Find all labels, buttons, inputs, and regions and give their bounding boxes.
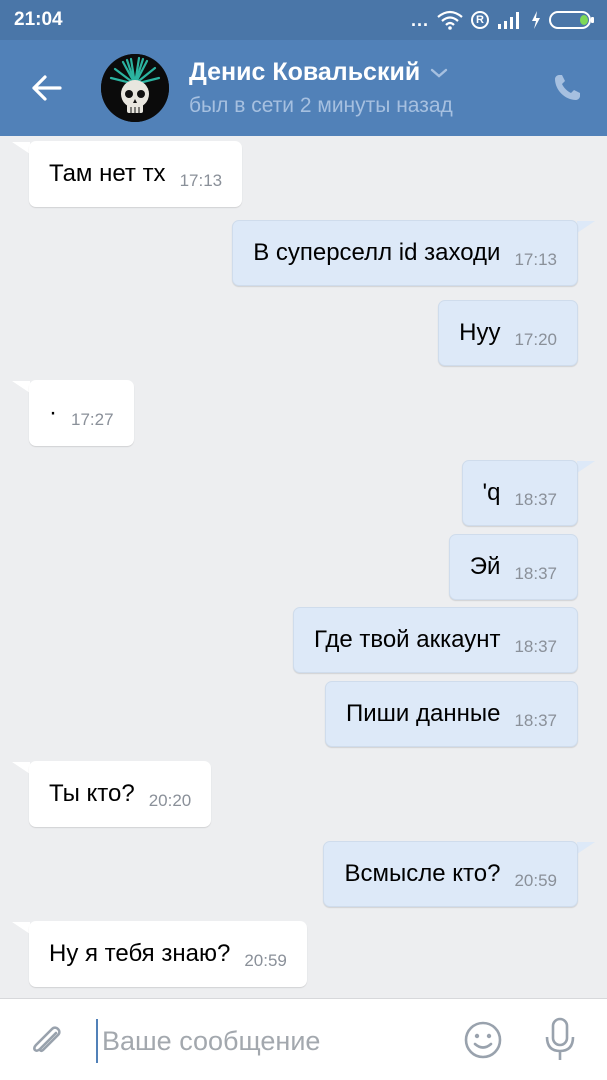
message-time: 18:37 <box>514 490 557 509</box>
message-text: В суперселл id заходи <box>253 239 501 266</box>
skull-avatar-icon <box>101 54 169 122</box>
message-incoming[interactable]: Ну я тебя знаю? 20:59 <box>29 921 307 987</box>
signal-icon <box>498 12 519 29</box>
message-text: Нуу <box>459 319 501 346</box>
bubble-tail <box>12 762 30 774</box>
message-outgoing[interactable]: Всмысле кто? 20:59 <box>323 841 578 907</box>
message-incoming[interactable]: · 17:27 <box>29 380 134 446</box>
back-button[interactable] <box>26 68 66 108</box>
arrow-left-icon <box>32 75 62 101</box>
message-time: 18:37 <box>514 637 557 656</box>
message-time: 20:59 <box>514 871 557 890</box>
smiley-icon <box>464 1021 502 1059</box>
message-outgoing[interactable]: В суперселл id заходи 17:13 <box>232 220 578 286</box>
message-time: 18:37 <box>514 564 557 583</box>
bubble-tail <box>12 381 30 393</box>
status-bar: 21:04 ... R <box>0 0 607 40</box>
battery-icon <box>549 11 594 29</box>
message-input-bar <box>0 998 607 1080</box>
message-time: 17:13 <box>179 171 223 190</box>
bubble-tail <box>577 221 595 233</box>
message-outgoing[interactable]: Эй 18:37 <box>448 534 578 600</box>
message-outgoing[interactable]: Где твой аккаунт 18:37 <box>292 607 578 673</box>
message-time: 17:20 <box>514 330 557 349</box>
avatar[interactable] <box>101 54 169 122</box>
message-list[interactable]: Там нет тх 17:13 В суперселл id заходи 1… <box>0 136 607 998</box>
chat-header: Денис Ковальский был в сети 2 минуты наз… <box>0 40 607 136</box>
message-time: 17:27 <box>71 410 114 429</box>
message-outgoing[interactable]: 'q 18:37 <box>461 460 578 526</box>
message-text: 'q <box>482 479 501 506</box>
bubble-tail <box>577 842 595 854</box>
more-dots-icon: ... <box>410 10 429 30</box>
message-input[interactable] <box>96 1019 436 1063</box>
message-outgoing[interactable]: Пиши данные 18:37 <box>325 681 578 747</box>
chevron-down-icon <box>431 68 448 78</box>
contact-name: Денис Ковальский <box>189 58 421 86</box>
message-text: Пиши данные <box>346 700 501 727</box>
status-icons: ... R <box>411 9 595 31</box>
message-outgoing[interactable]: Нуу 17:20 <box>438 300 578 366</box>
status-time: 21:04 <box>14 9 63 30</box>
message-text: Ну я тебя знаю? <box>49 940 231 967</box>
message-incoming[interactable]: Там нет тх 17:13 <box>29 141 243 207</box>
phone-icon <box>555 75 580 100</box>
message-text: Всмысле кто? <box>344 860 501 887</box>
contact-status: был в сети 2 минуты назад <box>189 94 453 117</box>
message-time: 20:20 <box>148 791 192 810</box>
bubble-tail <box>12 922 30 934</box>
paperclip-icon <box>33 1026 61 1053</box>
voice-message-button[interactable] <box>540 1015 580 1065</box>
message-text: Эй <box>469 553 501 580</box>
contact-name-button[interactable]: Денис Ковальский <box>189 58 448 87</box>
message-time: 20:59 <box>244 951 287 970</box>
microphone-icon <box>545 1017 575 1060</box>
attach-button[interactable] <box>26 1019 66 1063</box>
message-text: Ты кто? <box>49 780 135 807</box>
bubble-tail <box>12 142 30 154</box>
call-button[interactable] <box>549 70 585 106</box>
emoji-button[interactable] <box>462 1019 504 1061</box>
message-text: Где твой аккаунт <box>313 626 501 653</box>
message-time: 18:37 <box>514 711 557 730</box>
charging-icon <box>532 11 540 29</box>
bubble-tail <box>577 461 595 473</box>
message-text: · <box>49 399 57 426</box>
message-text: Там нет тх <box>49 160 166 187</box>
r-badge-icon: R <box>471 11 489 29</box>
message-time: 17:13 <box>514 250 557 269</box>
message-incoming[interactable]: Ты кто? 20:20 <box>29 761 212 827</box>
wifi-icon <box>437 10 463 30</box>
